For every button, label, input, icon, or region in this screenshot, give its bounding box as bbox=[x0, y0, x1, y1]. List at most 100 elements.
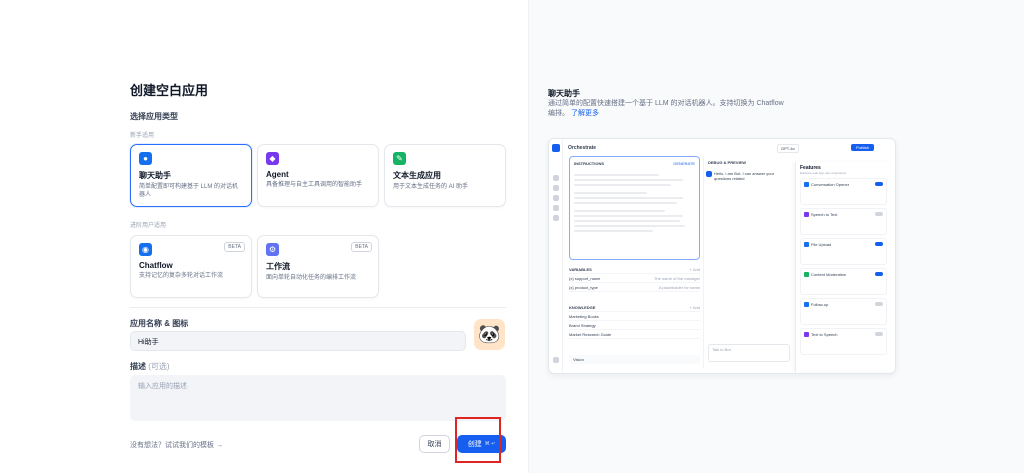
instructions-box: INSTRUCTIONS GENERATE bbox=[569, 156, 700, 260]
debug-panel: DEBUG & PREVIEW Hello, I am Bot. I can a… bbox=[703, 156, 793, 368]
variable-key: {x} support_name bbox=[569, 275, 601, 281]
nav-icon bbox=[553, 175, 559, 181]
create-app-dialog: 创建空白应用 选择应用类型 新手适用 ● 聊天助手 简单配置即可构建基于 LLM… bbox=[0, 0, 1024, 473]
app-type-heading: 选择应用类型 bbox=[130, 112, 178, 121]
variables-label: VARIABLES bbox=[569, 266, 592, 272]
doc-name: Market Research Guide bbox=[569, 331, 612, 337]
text-placeholder bbox=[574, 192, 647, 194]
bot-greeting: Hello, I am Bot. I can answer your quest… bbox=[714, 171, 775, 181]
card-description: 具备推理与自主工具调用的智能助手 bbox=[266, 182, 363, 188]
learn-more-link[interactable]: 了解更多 bbox=[571, 110, 599, 117]
vision-bar: Vision bbox=[569, 355, 700, 364]
knowledge-label: KNOWLEDGE bbox=[569, 304, 596, 310]
generate-link: GENERATE bbox=[673, 161, 695, 166]
feature-icon bbox=[804, 332, 809, 338]
text-placeholder bbox=[574, 215, 683, 217]
description-label: 描述 (可选) bbox=[130, 361, 170, 372]
text-placeholder bbox=[574, 202, 677, 204]
nav-icon bbox=[553, 195, 559, 201]
app-type-card-agent[interactable]: ◆ Agent 具备推理与自主工具调用的智能助手 bbox=[257, 144, 379, 207]
publish-button: Publish bbox=[851, 144, 875, 151]
card-title: 文本生成应用 bbox=[393, 171, 441, 180]
card-title: 聊天助手 bbox=[139, 171, 171, 180]
cancel-button[interactable]: 取消 bbox=[419, 435, 450, 453]
feature-icon bbox=[804, 212, 809, 218]
text-placeholder bbox=[574, 230, 653, 232]
app-type-card-chatflow[interactable]: ◉ BETA Chatflow 支持记忆的复杂多轮对话工作流 bbox=[130, 235, 252, 298]
card-description: 面向单轮自动化任务的编排工作流 bbox=[266, 275, 357, 281]
doc-row: Marketing Books bbox=[569, 312, 700, 321]
name-icon-label: 应用名称 & 图标 bbox=[130, 319, 189, 328]
knowledge-section: KNOWLEDGE + Add Marketing Books Brand St… bbox=[569, 303, 700, 339]
preview-description: 通过简单的配置快速搭建一个基于 LLM 的对话机器人。支持切换为 Chatflo… bbox=[548, 99, 788, 119]
beta-badge: BETA bbox=[224, 242, 245, 252]
app-type-card-workflow[interactable]: ⚙ BETA 工作流 面向单轮自动化任务的编排工作流 bbox=[257, 235, 379, 298]
toggle-off bbox=[875, 212, 883, 216]
description-label-text: 描述 bbox=[130, 362, 146, 371]
text-placeholder bbox=[574, 225, 686, 227]
feature-item: Text to Speech bbox=[800, 328, 887, 355]
text-placeholder bbox=[574, 197, 683, 199]
card-description: 支持记忆的复杂多轮对话工作流 bbox=[139, 273, 224, 279]
dialog-title: 创建空白应用 bbox=[130, 83, 209, 98]
app-icon-picker[interactable]: 🐼 bbox=[474, 319, 505, 350]
chat-input: Talk to Bot bbox=[708, 344, 790, 362]
text-placeholder bbox=[574, 210, 665, 212]
text-placeholder bbox=[574, 220, 681, 222]
card-description: 简单配置即可构建基于 LLM 的对话机器人 bbox=[139, 184, 239, 198]
template-link[interactable]: 没有想法？试试我们的模板 → bbox=[130, 440, 223, 450]
text-placeholder bbox=[574, 179, 683, 181]
group-advanced-label: 进阶用户适用 bbox=[130, 223, 167, 229]
nav-icon bbox=[553, 205, 559, 211]
feature-icon bbox=[804, 272, 809, 278]
variables-header: VARIABLES + Add bbox=[569, 265, 700, 274]
knowledge-header: KNOWLEDGE + Add bbox=[569, 303, 700, 312]
card-title: Agent bbox=[266, 170, 289, 179]
divider bbox=[130, 307, 506, 308]
variable-value: A placeholder for name bbox=[658, 284, 700, 290]
feature-icon bbox=[804, 182, 809, 188]
feature-icon bbox=[804, 242, 809, 248]
variable-row: {x} product_type A placeholder for name bbox=[569, 283, 700, 292]
app-type-card-text-generator[interactable]: ✎ 文本生成应用 用于文本生成任务的 AI 助手 bbox=[384, 144, 506, 207]
app-preview-image: Orchestrate GPT-4o Publish INSTRUCTIONS … bbox=[548, 138, 896, 374]
form-panel: 创建空白应用 选择应用类型 新手适用 ● 聊天助手 简单配置即可构建基于 LLM… bbox=[0, 0, 528, 473]
card-title: 工作流 bbox=[266, 262, 290, 271]
feature-name: File Upload bbox=[811, 242, 832, 247]
preview-title: 聊天助手 bbox=[548, 89, 580, 98]
app-type-card-chatbot[interactable]: ● 聊天助手 简单配置即可构建基于 LLM 的对话机器人 bbox=[130, 144, 252, 207]
feature-icon bbox=[804, 302, 809, 308]
feature-item: Content Moderation bbox=[800, 268, 887, 295]
nav-icon bbox=[553, 185, 559, 191]
workflow-icon: ⚙ bbox=[266, 243, 279, 256]
beta-badge: BETA bbox=[351, 242, 372, 252]
toggle-on bbox=[875, 272, 883, 276]
feature-name: Text to Speech bbox=[811, 332, 838, 337]
toggle-off bbox=[875, 332, 883, 336]
text-placeholder bbox=[574, 184, 671, 186]
features-subtitle: Enhance web app user experience bbox=[800, 171, 847, 175]
feature-name: Follow-up bbox=[811, 302, 829, 307]
features-panel: Features Enhance web app user experience… bbox=[795, 162, 891, 372]
agent-icon: ◆ bbox=[266, 152, 279, 165]
model-selector: GPT-4o bbox=[777, 144, 799, 153]
toggle-off bbox=[875, 302, 883, 306]
variables-section: VARIABLES + Add {x} support_name The nam… bbox=[569, 265, 700, 292]
feature-item: File Upload bbox=[800, 238, 887, 265]
feature-name: Speech to Text bbox=[811, 212, 838, 217]
preview-sidebar bbox=[549, 139, 563, 373]
description-textarea[interactable]: 输入应用的描述 bbox=[130, 375, 506, 421]
feature-name: Content Moderation bbox=[811, 272, 847, 277]
toggle-on bbox=[875, 242, 883, 246]
card-description: 用于文本生成任务的 AI 助手 bbox=[393, 184, 469, 190]
add-link: + Add bbox=[689, 266, 700, 272]
doc-name: Brand Strategy bbox=[569, 322, 596, 328]
chat-bubble: Hello, I am Bot. I can answer your quest… bbox=[706, 171, 786, 197]
feature-item: Conversation Opener bbox=[800, 178, 887, 205]
doc-row: Market Research Guide bbox=[569, 330, 700, 339]
app-name-input[interactable]: Hi助手 bbox=[130, 331, 466, 351]
doc-name: Marketing Books bbox=[569, 313, 599, 319]
text-generator-icon: ✎ bbox=[393, 152, 406, 165]
feature-item: Speech to Text bbox=[800, 208, 887, 235]
text-placeholder bbox=[574, 174, 659, 176]
